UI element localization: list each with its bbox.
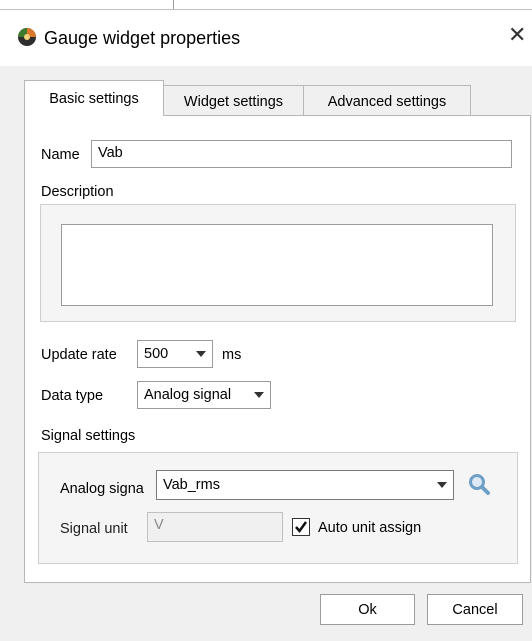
tab-label: Advanced settings xyxy=(327,94,447,110)
search-button[interactable] xyxy=(467,472,491,496)
chevron-down-icon xyxy=(437,482,447,488)
data-type-select[interactable]: Analog signal xyxy=(137,381,271,409)
analog-signal-label: Analog signa xyxy=(60,481,144,497)
signal-unit-input[interactable]: V xyxy=(147,512,283,542)
tab-label: Basic settings xyxy=(49,91,139,107)
signal-unit-value: V xyxy=(154,517,164,533)
cancel-button[interactable]: Cancel xyxy=(427,594,523,625)
update-rate-unit: ms xyxy=(222,347,242,363)
tab-seam xyxy=(25,114,163,117)
ok-button[interactable]: Ok xyxy=(320,594,415,625)
tab-basic-settings[interactable]: Basic settings xyxy=(24,80,164,117)
name-label: Name xyxy=(41,147,80,163)
description-textarea[interactable] xyxy=(61,224,493,306)
close-button[interactable]: ✕ xyxy=(508,24,526,46)
description-label: Description xyxy=(41,184,114,200)
tab-label: Widget settings xyxy=(183,94,284,110)
window-title: Gauge widget properties xyxy=(44,28,241,48)
ok-label: Ok xyxy=(358,601,377,618)
tab-widget-settings[interactable]: Widget settings xyxy=(163,85,304,118)
update-rate-label: Update rate xyxy=(41,347,117,363)
update-rate-select[interactable]: 500 xyxy=(137,340,213,368)
signal-settings-label: Signal settings xyxy=(41,428,136,444)
auto-unit-label: Auto unit assign xyxy=(318,520,422,536)
name-input[interactable]: Vab xyxy=(91,140,512,168)
signal-settings-group xyxy=(38,452,518,564)
signal-unit-label: Signal unit xyxy=(60,521,128,537)
data-type-value: Analog signal xyxy=(144,387,232,403)
cancel-label: Cancel xyxy=(452,601,498,618)
divider-tick xyxy=(173,0,174,9)
tab-advanced-settings[interactable]: Advanced settings xyxy=(303,85,471,118)
ball-icon xyxy=(17,27,37,47)
chevron-down-icon xyxy=(254,392,264,398)
name-value: Vab xyxy=(98,145,123,161)
update-rate-value: 500 xyxy=(144,346,169,362)
magnifier-icon xyxy=(469,474,490,495)
analog-signal-value: Vab_rms xyxy=(163,477,220,493)
chevron-down-icon xyxy=(196,351,206,357)
check-icon xyxy=(295,521,308,534)
data-type-label: Data type xyxy=(41,388,104,404)
auto-unit-checkbox[interactable] xyxy=(292,518,310,536)
analog-signal-select[interactable]: Vab_rms xyxy=(156,470,454,500)
